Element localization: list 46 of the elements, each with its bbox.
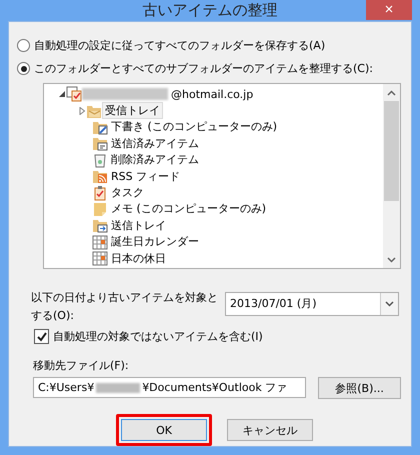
- rss-folder-icon: [92, 168, 108, 184]
- tree-item[interactable]: 日本の休日: [108, 250, 169, 267]
- date-label: 以下の日付より古いアイテムを対象とする(O):: [30, 290, 219, 324]
- collapsed-arrow-icon[interactable]: [78, 106, 86, 115]
- note-icon: [92, 200, 108, 217]
- tree-item[interactable]: @hotmail.co.jp: [168, 86, 256, 102]
- scrollbar[interactable]: [383, 84, 400, 268]
- checkbox[interactable]: [34, 329, 49, 344]
- tree-item[interactable]: 送信トレイ: [108, 216, 169, 234]
- cancel-button[interactable]: キャンセル: [227, 419, 313, 441]
- tree-item[interactable]: タスク: [108, 184, 147, 202]
- option-label[interactable]: このフォルダーとすべてのサブフォルダーのアイテムを整理する(C):: [34, 61, 373, 76]
- tree-item[interactable]: 送信済みアイテム: [108, 134, 202, 152]
- tree-item[interactable]: 受信トレイ: [102, 102, 163, 120]
- date-value: 2013/07/01 (月): [229, 296, 318, 312]
- checkbox-label[interactable]: 自動処理の対象ではないアイテムを含む(I): [53, 329, 263, 344]
- window-title: 古いアイテムの整理: [142, 1, 278, 20]
- ok-button[interactable]: OK: [121, 419, 207, 441]
- file-label: 移動先ファイル(F):: [33, 358, 130, 373]
- sent-folder-icon: [92, 135, 108, 152]
- tree-item[interactable]: 削除済みアイテム: [108, 151, 202, 168]
- account-icon: [66, 86, 82, 102]
- scroll-thumb[interactable]: [384, 101, 399, 201]
- browse-button[interactable]: 参照(B)...: [318, 377, 401, 399]
- tree-item[interactable]: 下書き (このコンピューターのみ): [108, 118, 280, 136]
- outbox-folder-icon: [92, 217, 108, 234]
- radio-button[interactable]: [17, 39, 30, 52]
- option-label[interactable]: 自動処理の設定に従ってすべてのフォルダーを保存する(A): [34, 38, 326, 53]
- trash-icon: [92, 152, 108, 168]
- tree-item[interactable]: RSS フィード: [108, 168, 184, 185]
- tree-item[interactable]: メモ (このコンピューターのみ): [108, 200, 270, 218]
- calendar-icon: [92, 250, 108, 266]
- path-text: C:¥Users¥: [38, 381, 94, 394]
- scroll-down-icon: [387, 256, 396, 262]
- radio-button[interactable]: [17, 62, 30, 75]
- date-dropdown[interactable]: 2013/07/01 (月): [225, 292, 399, 316]
- tree-item[interactable]: 誕生日カレンダー: [108, 233, 202, 250]
- calendar-icon: [92, 234, 108, 250]
- path-text: ¥Documents¥Outlook ファ: [142, 380, 288, 395]
- checkmark-icon: [36, 332, 46, 342]
- close-button[interactable]: ×: [366, 0, 412, 20]
- clipboard-check-icon: [92, 184, 108, 201]
- scroll-up-icon: [387, 90, 396, 96]
- redacted-text: [96, 382, 140, 392]
- file-path-field[interactable]: C:¥Users¥ ¥Documents¥Outlook ファ: [33, 377, 306, 398]
- expanded-arrow-icon[interactable]: [58, 90, 66, 98]
